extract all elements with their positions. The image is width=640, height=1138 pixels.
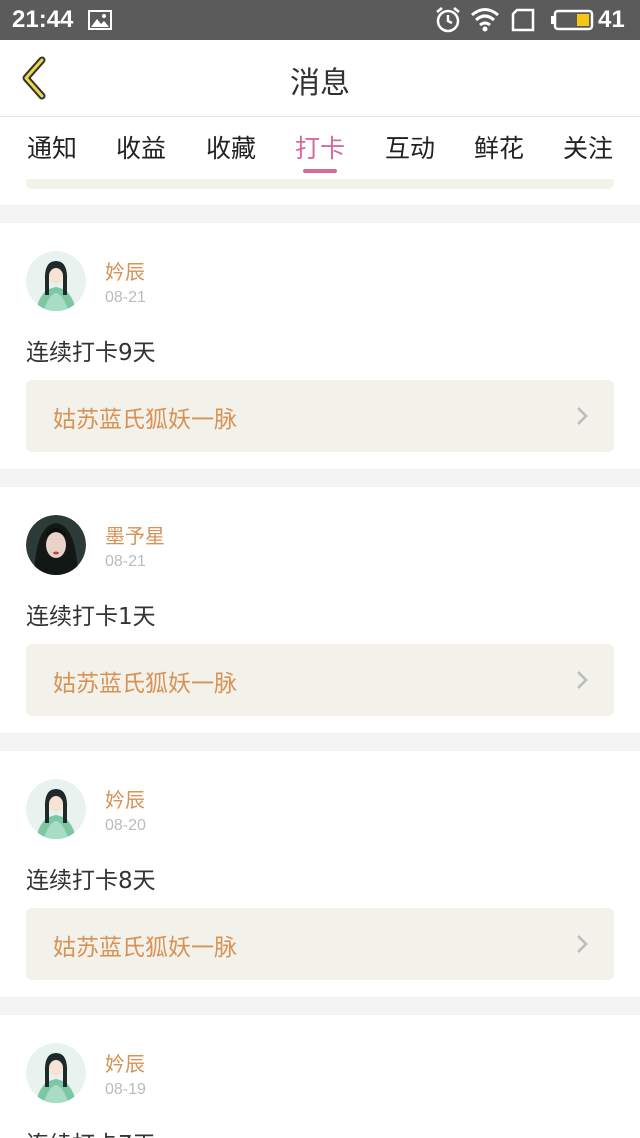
message-text: 连续打卡7天 [26,1125,156,1138]
circle-link-label: 姑苏蓝氏狐妖一脉 [53,407,237,433]
circle-link-button[interactable]: 姑苏蓝氏狐妖一脉 [26,908,614,980]
wifi-icon [471,8,499,32]
list-item: 妗辰 08-21 连续打卡9天 姑苏蓝氏狐妖一脉 [0,223,640,469]
avatar[interactable] [26,779,86,839]
tab-bar: 通知 收益 收藏 打卡 互动 鲜花 关注 [0,117,640,179]
tab-interaction[interactable]: 互动 [370,129,450,165]
link-box-partial[interactable] [26,179,614,189]
status-bar: 21:44 41 [0,0,640,40]
alarm-icon [436,7,460,33]
avatar[interactable] [26,251,86,311]
message-date: 08-21 [105,553,146,570]
circle-link-label: 姑苏蓝氏狐妖一脉 [53,935,237,961]
message-text: 连续打卡9天 [26,340,156,366]
battery-percent: 41 [598,6,625,33]
dark-portrait-avatar-icon [26,515,86,575]
avatar[interactable] [26,515,86,575]
message-date: 08-21 [105,289,146,306]
tab-earnings[interactable]: 收益 [101,129,181,165]
username[interactable]: 妗辰 [105,1048,145,1077]
message-date: 08-20 [105,817,146,834]
chevron-right-icon [577,671,588,689]
battery-icon [551,9,594,31]
circle-link-label: 姑苏蓝氏狐妖一脉 [53,671,237,697]
message-date: 08-19 [105,1081,146,1098]
status-time: 21:44 [12,6,74,33]
tab-notice[interactable]: 通知 [12,129,92,165]
list-item: 妗辰 08-19 连续打卡7天 [0,1015,640,1138]
list-item-partial [0,179,640,205]
tab-checkin[interactable]: 打卡 [280,129,360,165]
girl-green-dress-avatar-icon [26,251,86,311]
chevron-right-icon [577,935,588,953]
tab-flowers[interactable]: 鲜花 [459,129,539,165]
message-text: 连续打卡8天 [26,868,156,894]
page-title: 消息 [290,66,350,101]
circle-link-button[interactable]: 姑苏蓝氏狐妖一脉 [26,644,614,716]
girl-green-dress-avatar-icon [26,1043,86,1103]
avatar[interactable] [26,1043,86,1103]
tab-favorites[interactable]: 收藏 [191,129,271,165]
list-item: 妗辰 08-20 连续打卡8天 姑苏蓝氏狐妖一脉 [0,751,640,997]
tab-follow[interactable]: 关注 [548,129,628,165]
username[interactable]: 妗辰 [105,256,145,285]
active-tab-indicator [303,169,337,173]
username[interactable]: 妗辰 [105,784,145,813]
username[interactable]: 墨予星 [105,520,165,549]
message-text: 连续打卡1天 [26,604,156,630]
chevron-right-icon [577,407,588,425]
header-bar: 消息 [0,40,640,117]
list-item: 墨予星 08-21 连续打卡1天 姑苏蓝氏狐妖一脉 [0,487,640,733]
sim-card-icon [511,8,535,32]
image-notification-icon [88,10,112,30]
girl-green-dress-avatar-icon [26,779,86,839]
circle-link-button[interactable]: 姑苏蓝氏狐妖一脉 [26,380,614,452]
